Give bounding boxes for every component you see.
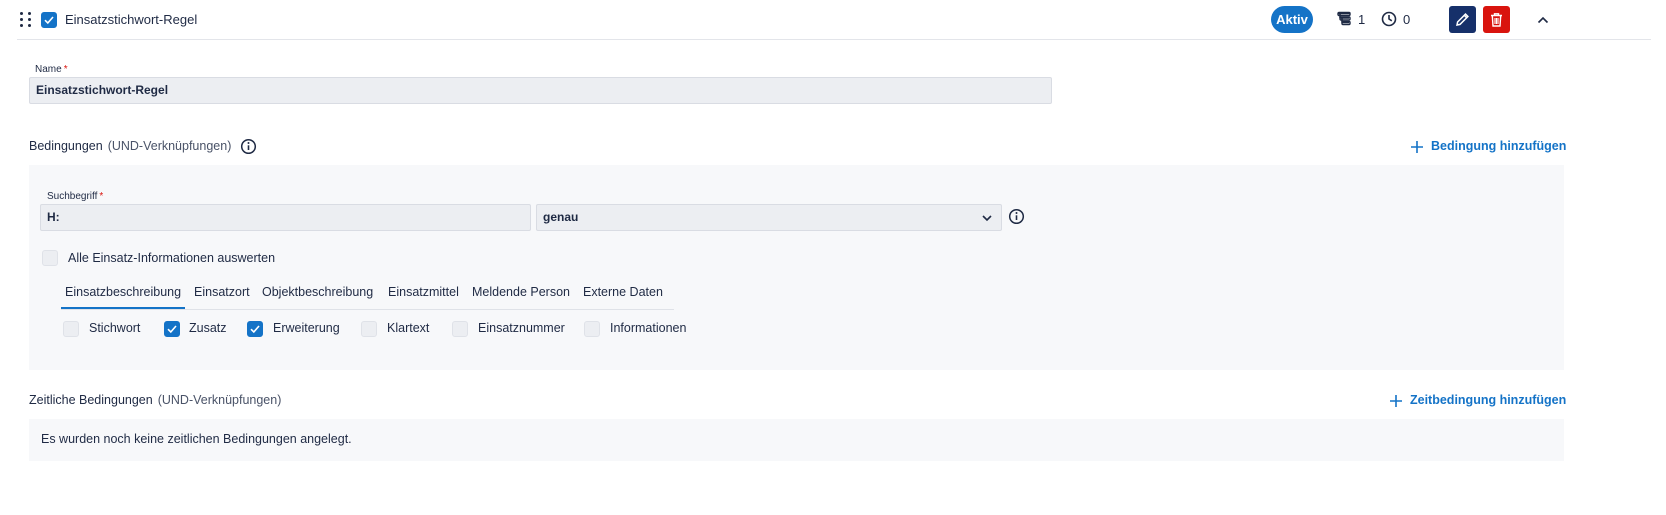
drag-handle-icon[interactable] xyxy=(20,12,34,28)
clock-icon xyxy=(1381,11,1397,27)
condition-card xyxy=(29,165,1564,370)
rule-enabled-checkbox[interactable] xyxy=(41,12,57,28)
evaluate-all-label: Alle Einsatz-Informationen auswerten xyxy=(68,251,276,265)
field-stichwort-checkbox[interactable] xyxy=(63,321,79,337)
tab-einsatzbeschreibung[interactable]: Einsatzbeschreibung xyxy=(65,285,181,299)
search-term-input[interactable]: H: xyxy=(40,204,531,231)
delete-button[interactable] xyxy=(1483,6,1510,33)
tab-einsatzmittel[interactable]: Einsatzmittel xyxy=(388,285,459,299)
chevron-up-icon[interactable] xyxy=(1535,12,1551,28)
name-label: Name * xyxy=(35,64,68,75)
check-icon xyxy=(250,325,260,334)
check-icon xyxy=(44,16,54,25)
search-term-label: Suchbegriff * xyxy=(47,191,104,202)
status-badge: Aktiv xyxy=(1271,6,1313,33)
tab-objektbeschreibung[interactable]: Objektbeschreibung xyxy=(262,285,373,299)
add-condition-button[interactable]: Bedingung hinzufügen xyxy=(1410,139,1566,155)
rule-title: Einsatzstichwort-Regel xyxy=(65,12,198,27)
conditions-count: 1 xyxy=(1336,11,1366,29)
layers-icon xyxy=(1337,11,1351,26)
field-klartext-label: Klartext xyxy=(387,321,430,335)
conditions-title: Bedingungen (UND-Verknüpfungen) xyxy=(29,139,232,153)
chevron-down-icon xyxy=(982,215,992,222)
add-time-condition-button[interactable]: Zeitbedingung hinzufügen xyxy=(1389,393,1566,409)
time-conditions-count: 0 xyxy=(1381,11,1415,29)
plus-icon xyxy=(1390,395,1402,407)
plus-icon xyxy=(1411,141,1423,153)
pencil-icon xyxy=(1456,13,1469,26)
field-informationen-checkbox[interactable] xyxy=(584,321,600,337)
active-tab-indicator xyxy=(61,307,185,309)
time-conditions-title: Zeitliche Bedingungen (UND-Verknüpfungen) xyxy=(29,393,282,407)
tab-einsatzort[interactable]: Einsatzort xyxy=(194,285,250,299)
time-conditions-empty-message: Es wurden noch keine zeitlichen Bedingun… xyxy=(41,432,352,446)
trash-icon xyxy=(1491,13,1502,27)
field-zusatz-label: Zusatz xyxy=(189,321,227,335)
match-mode-info-icon[interactable] xyxy=(1008,208,1025,225)
name-input[interactable]: Einsatzstichwort-Regel xyxy=(29,77,1052,104)
info-icon[interactable] xyxy=(240,138,257,155)
field-informationen-label: Informationen xyxy=(610,321,687,335)
field-zusatz-checkbox[interactable] xyxy=(164,321,180,337)
rule-header: Einsatzstichwort-Regel Aktiv 1 0 xyxy=(17,0,1651,40)
match-mode-select[interactable]: genau xyxy=(536,204,1002,231)
field-klartext-checkbox[interactable] xyxy=(361,321,377,337)
field-erweiterung-label: Erweiterung xyxy=(273,321,340,335)
check-icon xyxy=(167,325,177,334)
field-stichwort-label: Stichwort xyxy=(89,321,141,335)
tab-externe-daten[interactable]: Externe Daten xyxy=(583,285,663,299)
tab-meldende-person[interactable]: Meldende Person xyxy=(472,285,570,299)
edit-button[interactable] xyxy=(1449,6,1476,33)
info-tabs: Einsatzbeschreibung Einsatzort Objektbes… xyxy=(61,282,674,310)
field-einsatznummer-checkbox[interactable] xyxy=(452,321,468,337)
evaluate-all-checkbox[interactable] xyxy=(42,250,58,266)
field-erweiterung-checkbox[interactable] xyxy=(247,321,263,337)
field-einsatznummer-label: Einsatznummer xyxy=(478,321,565,335)
